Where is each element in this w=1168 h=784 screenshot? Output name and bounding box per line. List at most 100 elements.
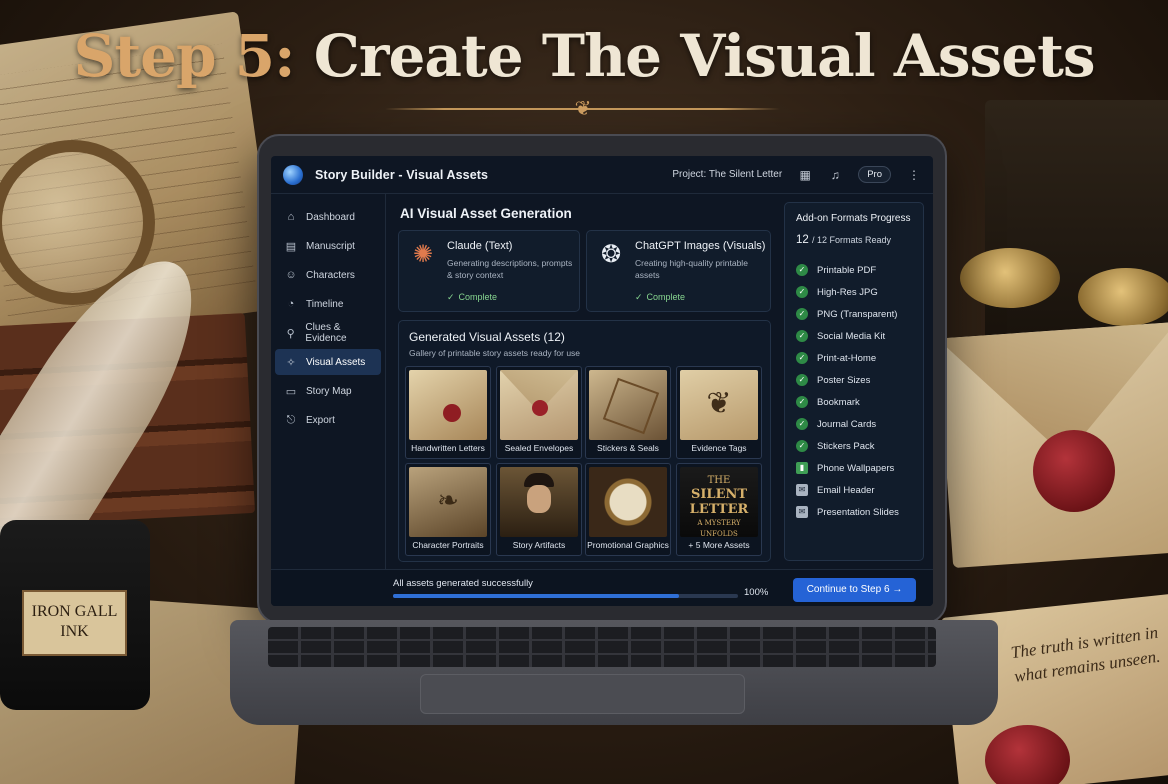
asset-tile-label: + 5 More Assets <box>688 540 750 550</box>
format-item: ✓ Bookmark <box>796 391 921 413</box>
format-item: ✓ Poster Sizes <box>796 369 921 391</box>
generator-card-claude[interactable]: ✺ Claude (Text) Generating descriptions,… <box>398 230 580 312</box>
asset-tile[interactable]: Evidence Tags <box>676 366 762 459</box>
generator-name: Claude (Text) <box>447 240 513 252</box>
sparkle-icon: ✧ <box>286 356 296 369</box>
plan-badge[interactable]: Pro <box>858 166 891 183</box>
topbar-actions: Project: The Silent Letter ▦ ♫ Pro ⋮ <box>672 166 921 183</box>
asset-tile[interactable]: Stickers & Seals <box>585 366 671 459</box>
sidebar-item-manuscript[interactable]: ▤ Manuscript <box>275 233 381 259</box>
format-item: ✓ Journal Cards <box>796 413 921 435</box>
wax-seal-icon <box>1033 430 1115 512</box>
check-circle-icon: ✓ <box>796 418 808 430</box>
mail-icon: ✉ <box>796 506 808 518</box>
asset-tile-label: Story Artifacts <box>512 540 566 550</box>
sidebar-item-label: Story Map <box>306 385 352 397</box>
more-vertical-icon[interactable]: ⋮ <box>907 168 921 182</box>
asset-tile[interactable]: Sealed Envelopes <box>496 366 582 459</box>
format-item: ✉ Email Header <box>796 479 921 501</box>
format-item-label: PNG (Transparent) <box>817 308 898 320</box>
sidebar-item-characters[interactable]: ☺ Characters <box>275 262 381 288</box>
check-circle-icon: ✓ <box>796 308 808 320</box>
portrait-thumbnail <box>409 467 487 537</box>
mail-icon: ✉ <box>796 484 808 496</box>
sidebar-item-visual-assets[interactable]: ✧ Visual Assets <box>275 349 381 375</box>
continue-button[interactable]: Continue to Step 6 → <box>793 578 916 602</box>
generator-card-chatgpt[interactable]: ❂ ChatGPT Images (Visuals) Creating high… <box>586 230 771 312</box>
check-circle-icon: ✓ <box>796 330 808 342</box>
format-item: ✓ Stickers Pack <box>796 435 921 457</box>
format-item-label: Journal Cards <box>817 418 877 430</box>
format-item: ✉ Presentation Slides <box>796 501 921 523</box>
book-cover-text: THE SILENT LETTER A MYSTERY UNFOLDS <box>689 475 749 538</box>
check-icon: ✓ <box>447 292 455 302</box>
arrow-right-icon: → <box>892 584 903 595</box>
format-item: ✓ Print-at-Home <box>796 347 921 369</box>
evidence-tag-thumbnail <box>680 370 758 440</box>
asset-tile[interactable]: Handwritten Letters <box>405 366 491 459</box>
format-item: ✓ PNG (Transparent) <box>796 303 921 325</box>
formats-title: Add-on Formats Progress <box>796 213 911 224</box>
book-cover-thumbnail: THE SILENT LETTER A MYSTERY UNFOLDS <box>680 467 758 538</box>
asset-tile[interactable]: Character Portraits <box>405 463 491 556</box>
format-item: ✓ Printable PDF <box>796 259 921 281</box>
asset-tile[interactable]: Promotional Graphics <box>585 463 671 556</box>
sidebar-item-label: Characters <box>306 269 355 281</box>
claude-icon: ✺ <box>412 241 434 268</box>
letter-thumbnail <box>409 370 487 440</box>
formats-count: 12 / 12 Formats Ready <box>796 234 892 246</box>
headline-step: Step 5: <box>73 22 295 90</box>
main-content: AI Visual Asset Generation ✺ Claude (Tex… <box>396 194 778 569</box>
gallery-title: Generated Visual Assets (12) <box>409 330 565 344</box>
sidebar-item-label: Dashboard <box>306 211 355 223</box>
sidebar-item-label: Clues & Evidence <box>305 322 347 344</box>
format-item-label: Bookmark <box>817 396 860 408</box>
openai-icon: ❂ <box>600 241 622 268</box>
format-item-label: Email Header <box>817 484 875 496</box>
sidebar-item-label: Export <box>306 414 335 426</box>
status-bar: All assets generated successfully 100% C… <box>271 569 933 606</box>
stickers-thumbnail <box>589 370 667 440</box>
phone-icon: ▮ <box>796 462 808 474</box>
sidebar-item-story-map[interactable]: ▭ Story Map <box>275 378 381 404</box>
artifact-thumbnail <box>500 467 578 537</box>
format-item-label: Presentation Slides <box>817 506 899 518</box>
check-circle-icon: ✓ <box>796 374 808 386</box>
sidebar-item-label: Visual Assets <box>306 356 366 368</box>
generator-status: ✓ Complete <box>635 292 686 302</box>
person-icon: ☺ <box>285 269 297 281</box>
headline-title: Create The Visual Assets <box>313 22 1096 90</box>
check-circle-icon: ✓ <box>796 440 808 452</box>
sidebar-item-label: Timeline <box>306 298 344 310</box>
project-selector[interactable]: Project: The Silent Letter <box>672 169 782 180</box>
status-text: All assets generated successfully <box>393 578 533 589</box>
envelope-thumbnail <box>500 370 578 440</box>
timeline-icon: ◔ <box>287 298 295 310</box>
bell-icon[interactable]: ♫ <box>828 168 842 182</box>
sidebar-item-clues-evidence[interactable]: ⚲ Clues & Evidence <box>275 320 381 346</box>
gallery-subtitle: Gallery of printable story assets ready … <box>409 348 581 358</box>
app-logo-icon <box>283 164 303 185</box>
app-topbar: Story Builder - Visual Assets Project: T… <box>271 156 933 194</box>
asset-tile-label: Stickers & Seals <box>597 443 659 453</box>
format-item-label: High-Res JPG <box>817 286 878 298</box>
section-title: AI Visual Asset Generation <box>400 206 572 221</box>
calendar-icon[interactable]: ▦ <box>798 168 812 182</box>
trackpad <box>420 674 745 714</box>
asset-tile[interactable]: Story Artifacts <box>496 463 582 556</box>
asset-tile-label: Handwritten Letters <box>411 443 485 453</box>
progress-bar <box>393 594 738 598</box>
format-item: ✓ Social Media Kit <box>796 325 921 347</box>
sidebar-item-timeline[interactable]: ◔ Timeline <box>275 291 381 317</box>
format-item: ✓ High-Res JPG <box>796 281 921 303</box>
format-item-label: Print-at-Home <box>817 352 877 364</box>
format-item: ▮ Phone Wallpapers <box>796 457 921 479</box>
sidebar-nav: ⌂ Dashboard ▤ Manuscript ☺ Characters ◔ Timelin… <box>271 194 386 569</box>
app-window: Story Builder - Visual Assets Project: T… <box>271 156 933 606</box>
asset-tile-more[interactable]: THE SILENT LETTER A MYSTERY UNFOLDS + 5 … <box>676 463 762 556</box>
progress-percent: 100% <box>744 587 769 598</box>
page-headline: Step 5: Create The Visual Assets <box>0 22 1168 90</box>
sidebar-item-dashboard[interactable]: ⌂ Dashboard <box>275 204 381 230</box>
sidebar-item-export[interactable]: ⎋ Export <box>275 407 381 433</box>
format-item-label: Social Media Kit <box>817 330 886 342</box>
